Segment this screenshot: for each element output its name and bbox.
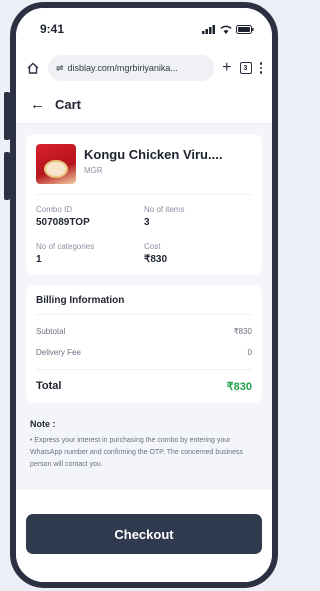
page-header: ← Cart (16, 86, 272, 124)
delivery-value: 0 (247, 348, 252, 357)
delivery-row: Delivery Fee 0 (36, 348, 252, 357)
new-tab-icon[interactable]: + (222, 60, 231, 76)
checkout-button[interactable]: Checkout (26, 514, 262, 554)
menu-icon[interactable] (259, 62, 262, 74)
note-section: Note : • Express your interest in purcha… (26, 413, 262, 471)
combo-id-label: Combo ID (36, 205, 73, 214)
status-bar: 9:41 (16, 8, 272, 50)
status-icons (202, 24, 254, 34)
tabs-icon[interactable]: 3 (239, 62, 252, 74)
delivery-label: Delivery Fee (36, 348, 81, 357)
combo-id-value: 507089TOP (36, 217, 90, 228)
back-arrow-icon[interactable]: ← (30, 96, 45, 113)
items-value: 3 (144, 217, 150, 228)
product-brand: MGR (84, 166, 103, 175)
total-label: Total (36, 380, 62, 392)
page-title: Cart (55, 97, 82, 112)
billing-title: Billing Information (36, 295, 252, 315)
total-value: ₹830 (226, 381, 252, 393)
product-image (36, 144, 76, 184)
note-title: Note : (30, 419, 56, 429)
checkout-footer: Checkout (16, 490, 272, 582)
billing-card: Billing Information Subtotal ₹830 Delive… (26, 285, 262, 403)
subtotal-label: Subtotal (36, 327, 66, 336)
phone-frame: 9:41 ⇌ disblay.com/mgrbiriyanika... + 3 (10, 2, 278, 588)
note-body: • Express your interest in purchasing th… (30, 437, 243, 468)
categories-label: No of categories (36, 242, 95, 251)
product-row: Kongu Chicken Viru.... MGR (36, 144, 252, 195)
home-icon[interactable] (26, 61, 40, 75)
battery-icon (236, 24, 254, 34)
product-name: Kongu Chicken Viru.... (84, 147, 223, 162)
total-row: Total ₹830 (36, 369, 252, 393)
status-time: 9:41 (40, 22, 65, 36)
product-card: Kongu Chicken Viru.... MGR Combo ID 5070… (26, 134, 262, 275)
subtotal-value: ₹830 (233, 327, 252, 336)
browser-url-bar: ⇌ disblay.com/mgrbiriyanika... + 3 (16, 50, 272, 86)
site-settings-icon[interactable]: ⇌ (56, 63, 64, 74)
items-label: No of items (144, 205, 185, 214)
cart-content: Kongu Chicken Viru.... MGR Combo ID 5070… (16, 124, 272, 471)
cost-label: Cost (144, 242, 161, 251)
subtotal-row: Subtotal ₹830 (36, 327, 252, 336)
url-text: disblay.com/mgrbiriyanika... (67, 63, 178, 73)
address-field[interactable]: ⇌ disblay.com/mgrbiriyanika... (48, 55, 215, 81)
product-details: Combo ID 507089TOP No of items 3 No of c… (36, 195, 252, 265)
signal-icon (202, 24, 215, 34)
wifi-icon (220, 25, 232, 34)
cost-value: ₹830 (144, 254, 168, 265)
categories-value: 1 (36, 254, 42, 265)
